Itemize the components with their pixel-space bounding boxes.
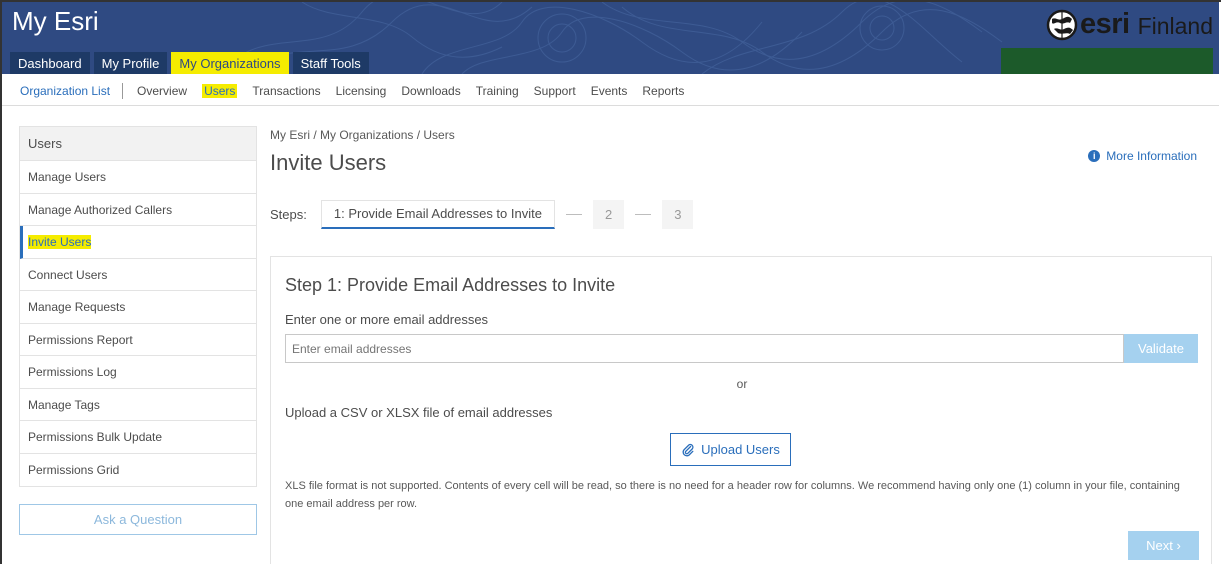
- sidebar-item-invite-users[interactable]: Invite Users: [20, 226, 256, 259]
- upload-users-label: Upload Users: [701, 442, 780, 457]
- sidebar-item-manage-authorized-callers[interactable]: Manage Authorized Callers: [20, 193, 256, 226]
- app-title[interactable]: My Esri: [12, 6, 99, 37]
- subnav-transactions[interactable]: Transactions: [252, 84, 320, 98]
- sidebar-item-manage-requests[interactable]: Manage Requests: [20, 291, 256, 324]
- steps-label: Steps:: [270, 207, 307, 222]
- next-button[interactable]: Next ›: [1128, 531, 1199, 560]
- step-title: Step 1: Provide Email Addresses to Invit…: [285, 275, 616, 295]
- brand-country: Finland: [1137, 13, 1213, 39]
- subnav-overview[interactable]: Overview: [137, 84, 187, 98]
- or-divider-text: or: [736, 377, 748, 391]
- sub-navigation: Organization List Overview Users Transac…: [2, 76, 1219, 106]
- email-input[interactable]: [285, 334, 1124, 363]
- validate-button[interactable]: Validate: [1124, 334, 1198, 363]
- main-tabs: Dashboard My Profile My Organizations St…: [10, 52, 369, 74]
- sidebar-item-manage-users[interactable]: Manage Users: [20, 161, 256, 194]
- breadcrumb[interactable]: My Esri / My Organizations / Users: [270, 128, 455, 142]
- info-icon: i: [1088, 150, 1101, 162]
- subnav-downloads[interactable]: Downloads: [401, 84, 460, 98]
- sidebar-heading: Users: [20, 127, 256, 161]
- next-label: Next: [1146, 538, 1173, 553]
- brand-logo: esri Finland: [1046, 8, 1213, 41]
- tab-my-organizations[interactable]: My Organizations: [171, 52, 289, 74]
- sidebar-item-permissions-grid[interactable]: Permissions Grid: [20, 453, 256, 486]
- step-3: 3: [662, 200, 694, 229]
- brand-name: esri: [1079, 8, 1130, 40]
- subnav-events[interactable]: Events: [591, 84, 628, 98]
- email-label: Enter one or more email addresses: [285, 312, 489, 327]
- subnav-training[interactable]: Training: [476, 84, 519, 98]
- upload-note: XLS file format is not supported. Conten…: [285, 480, 1180, 510]
- sidebar-item-permissions-bulk-update[interactable]: Permissions Bulk Update: [20, 421, 256, 454]
- upload-label: Upload a CSV or XLSX file of email addre…: [285, 405, 553, 420]
- header-banner: My Esri esri Finland Dashboard My Profil…: [2, 2, 1219, 74]
- tab-dashboard[interactable]: Dashboard: [10, 52, 90, 74]
- subnav-divider: [122, 82, 124, 99]
- step-connector: [635, 214, 652, 215]
- subnav-reports[interactable]: Reports: [642, 84, 684, 98]
- page-title: Invite Users: [270, 150, 387, 175]
- more-information-label: More Information: [1106, 149, 1197, 163]
- step-2: 2: [592, 200, 625, 229]
- sidebar-item-label: Invite Users: [28, 235, 92, 249]
- header-green-bar: [1001, 48, 1213, 74]
- sidebar-item-permissions-report[interactable]: Permissions Report: [20, 323, 256, 356]
- sidebar: Users Manage Users Manage Authorized Cal…: [19, 126, 257, 487]
- more-information-link[interactable]: i More Information: [1088, 149, 1197, 163]
- sidebar-item-connect-users[interactable]: Connect Users: [20, 258, 256, 291]
- tab-staff-tools[interactable]: Staff Tools: [292, 52, 369, 74]
- step-panel: Step 1: Provide Email Addresses to Invit…: [270, 256, 1212, 564]
- globe-icon: [1046, 9, 1078, 40]
- steps-indicator: Steps: 1: Provide Email Addresses to Inv…: [270, 200, 694, 229]
- chevron-right-icon: ›: [1176, 538, 1181, 553]
- step-connector: [565, 214, 582, 215]
- upload-users-button[interactable]: Upload Users: [670, 433, 791, 466]
- sidebar-item-manage-tags[interactable]: Manage Tags: [20, 388, 256, 421]
- step-1[interactable]: 1: Provide Email Addresses to Invite: [320, 200, 555, 229]
- subnav-licensing[interactable]: Licensing: [336, 84, 387, 98]
- sidebar-item-permissions-log[interactable]: Permissions Log: [20, 356, 256, 389]
- subnav-organization-list[interactable]: Organization List: [20, 84, 110, 98]
- ask-question-button[interactable]: Ask a Question: [19, 504, 257, 535]
- tab-my-profile[interactable]: My Profile: [93, 52, 168, 74]
- paperclip-icon: [682, 443, 694, 456]
- subnav-support[interactable]: Support: [534, 84, 576, 98]
- subnav-users[interactable]: Users: [202, 83, 238, 98]
